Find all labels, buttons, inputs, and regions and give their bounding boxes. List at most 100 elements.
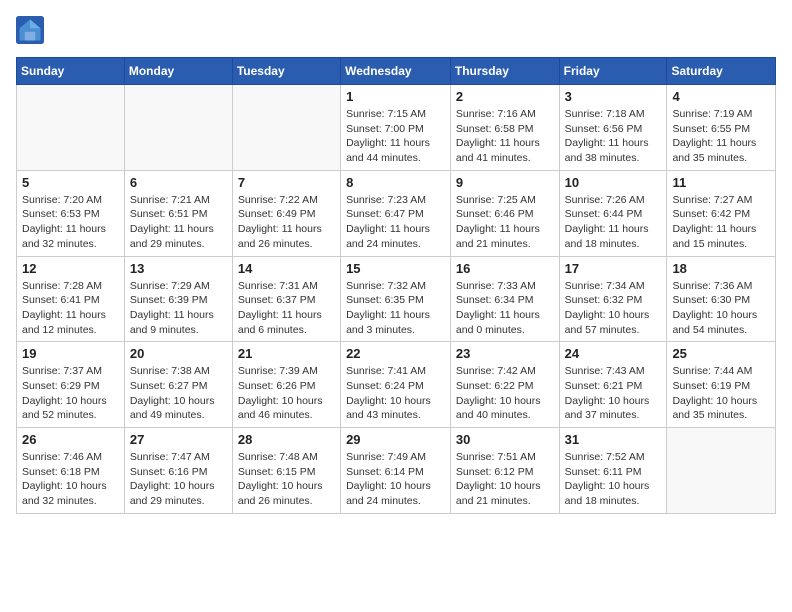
calendar-cell: 4 Sunrise: 7:19 AM Sunset: 6:55 PM Daylig… bbox=[667, 85, 776, 171]
calendar-week-2: 5 Sunrise: 7:20 AM Sunset: 6:53 PM Daylig… bbox=[17, 170, 776, 256]
calendar-cell: 21Sunrise: 7:39 AM Sunset: 6:26 PM Dayli… bbox=[232, 342, 340, 428]
day-info: Sunrise: 7:52 AM Sunset: 6:11 PM Dayligh… bbox=[565, 450, 662, 509]
day-number: 11 bbox=[672, 175, 770, 190]
day-info: Sunrise: 7:36 AM Sunset: 6:30 PM Dayligh… bbox=[672, 279, 770, 338]
day-number: 22 bbox=[346, 346, 445, 361]
calendar-cell: 19 Sunrise: 7:37 AM Sunset: 6:29 PM Dayli… bbox=[17, 342, 125, 428]
calendar-cell bbox=[667, 428, 776, 514]
calendar-cell: 11 Sunrise: 7:27 AM Sunset: 6:42 PM Dayli… bbox=[667, 170, 776, 256]
calendar-week-3: 12 Sunrise: 7:28 AM Sunset: 6:41 PM Dayli… bbox=[17, 256, 776, 342]
day-number: 20 bbox=[130, 346, 227, 361]
calendar-cell: 28 Sunrise: 7:48 AM Sunset: 6:15 PM Dayli… bbox=[232, 428, 340, 514]
weekday-header-row: SundayMondayTuesdayWednesdayThursdayFrid… bbox=[17, 58, 776, 85]
calendar-cell bbox=[17, 85, 125, 171]
day-info: Sunrise: 7:25 AM Sunset: 6:46 PM Dayligh… bbox=[456, 193, 554, 252]
calendar-cell: 7 Sunrise: 7:22 AM Sunset: 6:49 PM Daylig… bbox=[232, 170, 340, 256]
day-number: 3 bbox=[565, 89, 662, 104]
day-info: Sunrise: 7:31 AM Sunset: 6:37 PM Dayligh… bbox=[238, 279, 335, 338]
day-number: 12 bbox=[22, 261, 119, 276]
weekday-header-tuesday: Tuesday bbox=[232, 58, 340, 85]
day-number: 5 bbox=[22, 175, 119, 190]
weekday-header-wednesday: Wednesday bbox=[341, 58, 451, 85]
day-number: 10 bbox=[565, 175, 662, 190]
day-number: 17 bbox=[565, 261, 662, 276]
day-info: Sunrise: 7:15 AM Sunset: 7:00 PM Dayligh… bbox=[346, 107, 445, 166]
calendar-cell: 2 Sunrise: 7:16 AM Sunset: 6:58 PM Daylig… bbox=[450, 85, 559, 171]
day-info: Sunrise: 7:18 AM Sunset: 6:56 PM Dayligh… bbox=[565, 107, 662, 166]
day-number: 8 bbox=[346, 175, 445, 190]
day-number: 28 bbox=[238, 432, 335, 447]
calendar-cell: 15Sunrise: 7:32 AM Sunset: 6:35 PM Dayli… bbox=[341, 256, 451, 342]
calendar-table: SundayMondayTuesdayWednesdayThursdayFrid… bbox=[16, 57, 776, 514]
calendar-cell: 29 Sunrise: 7:49 AM Sunset: 6:14 PM Dayli… bbox=[341, 428, 451, 514]
calendar-cell: 18 Sunrise: 7:36 AM Sunset: 6:30 PM Dayli… bbox=[667, 256, 776, 342]
calendar-cell: 14Sunrise: 7:31 AM Sunset: 6:37 PM Dayli… bbox=[232, 256, 340, 342]
weekday-header-thursday: Thursday bbox=[450, 58, 559, 85]
day-info: Sunrise: 7:21 AM Sunset: 6:51 PM Dayligh… bbox=[130, 193, 227, 252]
day-info: Sunrise: 7:28 AM Sunset: 6:41 PM Dayligh… bbox=[22, 279, 119, 338]
calendar-cell: 16 Sunrise: 7:33 AM Sunset: 6:34 PM Dayli… bbox=[450, 256, 559, 342]
day-number: 15 bbox=[346, 261, 445, 276]
day-number: 4 bbox=[672, 89, 770, 104]
day-info: Sunrise: 7:46 AM Sunset: 6:18 PM Dayligh… bbox=[22, 450, 119, 509]
day-info: Sunrise: 7:47 AM Sunset: 6:16 PM Dayligh… bbox=[130, 450, 227, 509]
day-info: Sunrise: 7:20 AM Sunset: 6:53 PM Dayligh… bbox=[22, 193, 119, 252]
day-number: 16 bbox=[456, 261, 554, 276]
day-info: Sunrise: 7:43 AM Sunset: 6:21 PM Dayligh… bbox=[565, 364, 662, 423]
calendar-cell: 13 Sunrise: 7:29 AM Sunset: 6:39 PM Dayli… bbox=[124, 256, 232, 342]
day-info: Sunrise: 7:19 AM Sunset: 6:55 PM Dayligh… bbox=[672, 107, 770, 166]
page-header bbox=[16, 16, 776, 49]
day-info: Sunrise: 7:33 AM Sunset: 6:34 PM Dayligh… bbox=[456, 279, 554, 338]
calendar-cell: 17Sunrise: 7:34 AM Sunset: 6:32 PM Dayli… bbox=[559, 256, 667, 342]
day-number: 1 bbox=[346, 89, 445, 104]
day-info: Sunrise: 7:49 AM Sunset: 6:14 PM Dayligh… bbox=[346, 450, 445, 509]
day-info: Sunrise: 7:39 AM Sunset: 6:26 PM Dayligh… bbox=[238, 364, 335, 423]
day-info: Sunrise: 7:29 AM Sunset: 6:39 PM Dayligh… bbox=[130, 279, 227, 338]
day-number: 23 bbox=[456, 346, 554, 361]
calendar-cell: 22Sunrise: 7:41 AM Sunset: 6:24 PM Dayli… bbox=[341, 342, 451, 428]
calendar-week-5: 26 Sunrise: 7:46 AM Sunset: 6:18 PM Dayli… bbox=[17, 428, 776, 514]
calendar-cell: 27 Sunrise: 7:47 AM Sunset: 6:16 PM Dayli… bbox=[124, 428, 232, 514]
day-info: Sunrise: 7:23 AM Sunset: 6:47 PM Dayligh… bbox=[346, 193, 445, 252]
day-info: Sunrise: 7:42 AM Sunset: 6:22 PM Dayligh… bbox=[456, 364, 554, 423]
calendar-cell: 20 Sunrise: 7:38 AM Sunset: 6:27 PM Dayli… bbox=[124, 342, 232, 428]
calendar-week-1: 1 Sunrise: 7:15 AM Sunset: 7:00 PM Daylig… bbox=[17, 85, 776, 171]
day-number: 27 bbox=[130, 432, 227, 447]
day-number: 13 bbox=[130, 261, 227, 276]
weekday-header-sunday: Sunday bbox=[17, 58, 125, 85]
calendar-cell: 25Sunrise: 7:44 AM Sunset: 6:19 PM Dayli… bbox=[667, 342, 776, 428]
day-number: 31 bbox=[565, 432, 662, 447]
calendar-cell: 10Sunrise: 7:26 AM Sunset: 6:44 PM Dayli… bbox=[559, 170, 667, 256]
day-info: Sunrise: 7:37 AM Sunset: 6:29 PM Dayligh… bbox=[22, 364, 119, 423]
calendar-week-4: 19 Sunrise: 7:37 AM Sunset: 6:29 PM Dayli… bbox=[17, 342, 776, 428]
calendar-cell: 5 Sunrise: 7:20 AM Sunset: 6:53 PM Daylig… bbox=[17, 170, 125, 256]
day-number: 18 bbox=[672, 261, 770, 276]
day-number: 29 bbox=[346, 432, 445, 447]
day-info: Sunrise: 7:22 AM Sunset: 6:49 PM Dayligh… bbox=[238, 193, 335, 252]
day-info: Sunrise: 7:27 AM Sunset: 6:42 PM Dayligh… bbox=[672, 193, 770, 252]
day-number: 30 bbox=[456, 432, 554, 447]
day-number: 2 bbox=[456, 89, 554, 104]
day-number: 26 bbox=[22, 432, 119, 447]
logo-icon bbox=[16, 16, 44, 49]
calendar-cell: 9 Sunrise: 7:25 AM Sunset: 6:46 PM Daylig… bbox=[450, 170, 559, 256]
day-number: 9 bbox=[456, 175, 554, 190]
logo bbox=[16, 16, 48, 49]
calendar-cell: 3 Sunrise: 7:18 AM Sunset: 6:56 PM Daylig… bbox=[559, 85, 667, 171]
weekday-header-friday: Friday bbox=[559, 58, 667, 85]
day-info: Sunrise: 7:48 AM Sunset: 6:15 PM Dayligh… bbox=[238, 450, 335, 509]
calendar-cell: 23 Sunrise: 7:42 AM Sunset: 6:22 PM Dayli… bbox=[450, 342, 559, 428]
calendar-cell bbox=[232, 85, 340, 171]
day-number: 6 bbox=[130, 175, 227, 190]
calendar-cell: 31 Sunrise: 7:52 AM Sunset: 6:11 PM Dayli… bbox=[559, 428, 667, 514]
day-info: Sunrise: 7:51 AM Sunset: 6:12 PM Dayligh… bbox=[456, 450, 554, 509]
weekday-header-saturday: Saturday bbox=[667, 58, 776, 85]
day-number: 19 bbox=[22, 346, 119, 361]
day-number: 7 bbox=[238, 175, 335, 190]
day-info: Sunrise: 7:38 AM Sunset: 6:27 PM Dayligh… bbox=[130, 364, 227, 423]
calendar-cell: 24Sunrise: 7:43 AM Sunset: 6:21 PM Dayli… bbox=[559, 342, 667, 428]
calendar-cell: 6 Sunrise: 7:21 AM Sunset: 6:51 PM Daylig… bbox=[124, 170, 232, 256]
calendar-cell: 1 Sunrise: 7:15 AM Sunset: 7:00 PM Daylig… bbox=[341, 85, 451, 171]
calendar-cell: 8 Sunrise: 7:23 AM Sunset: 6:47 PM Daylig… bbox=[341, 170, 451, 256]
day-info: Sunrise: 7:16 AM Sunset: 6:58 PM Dayligh… bbox=[456, 107, 554, 166]
